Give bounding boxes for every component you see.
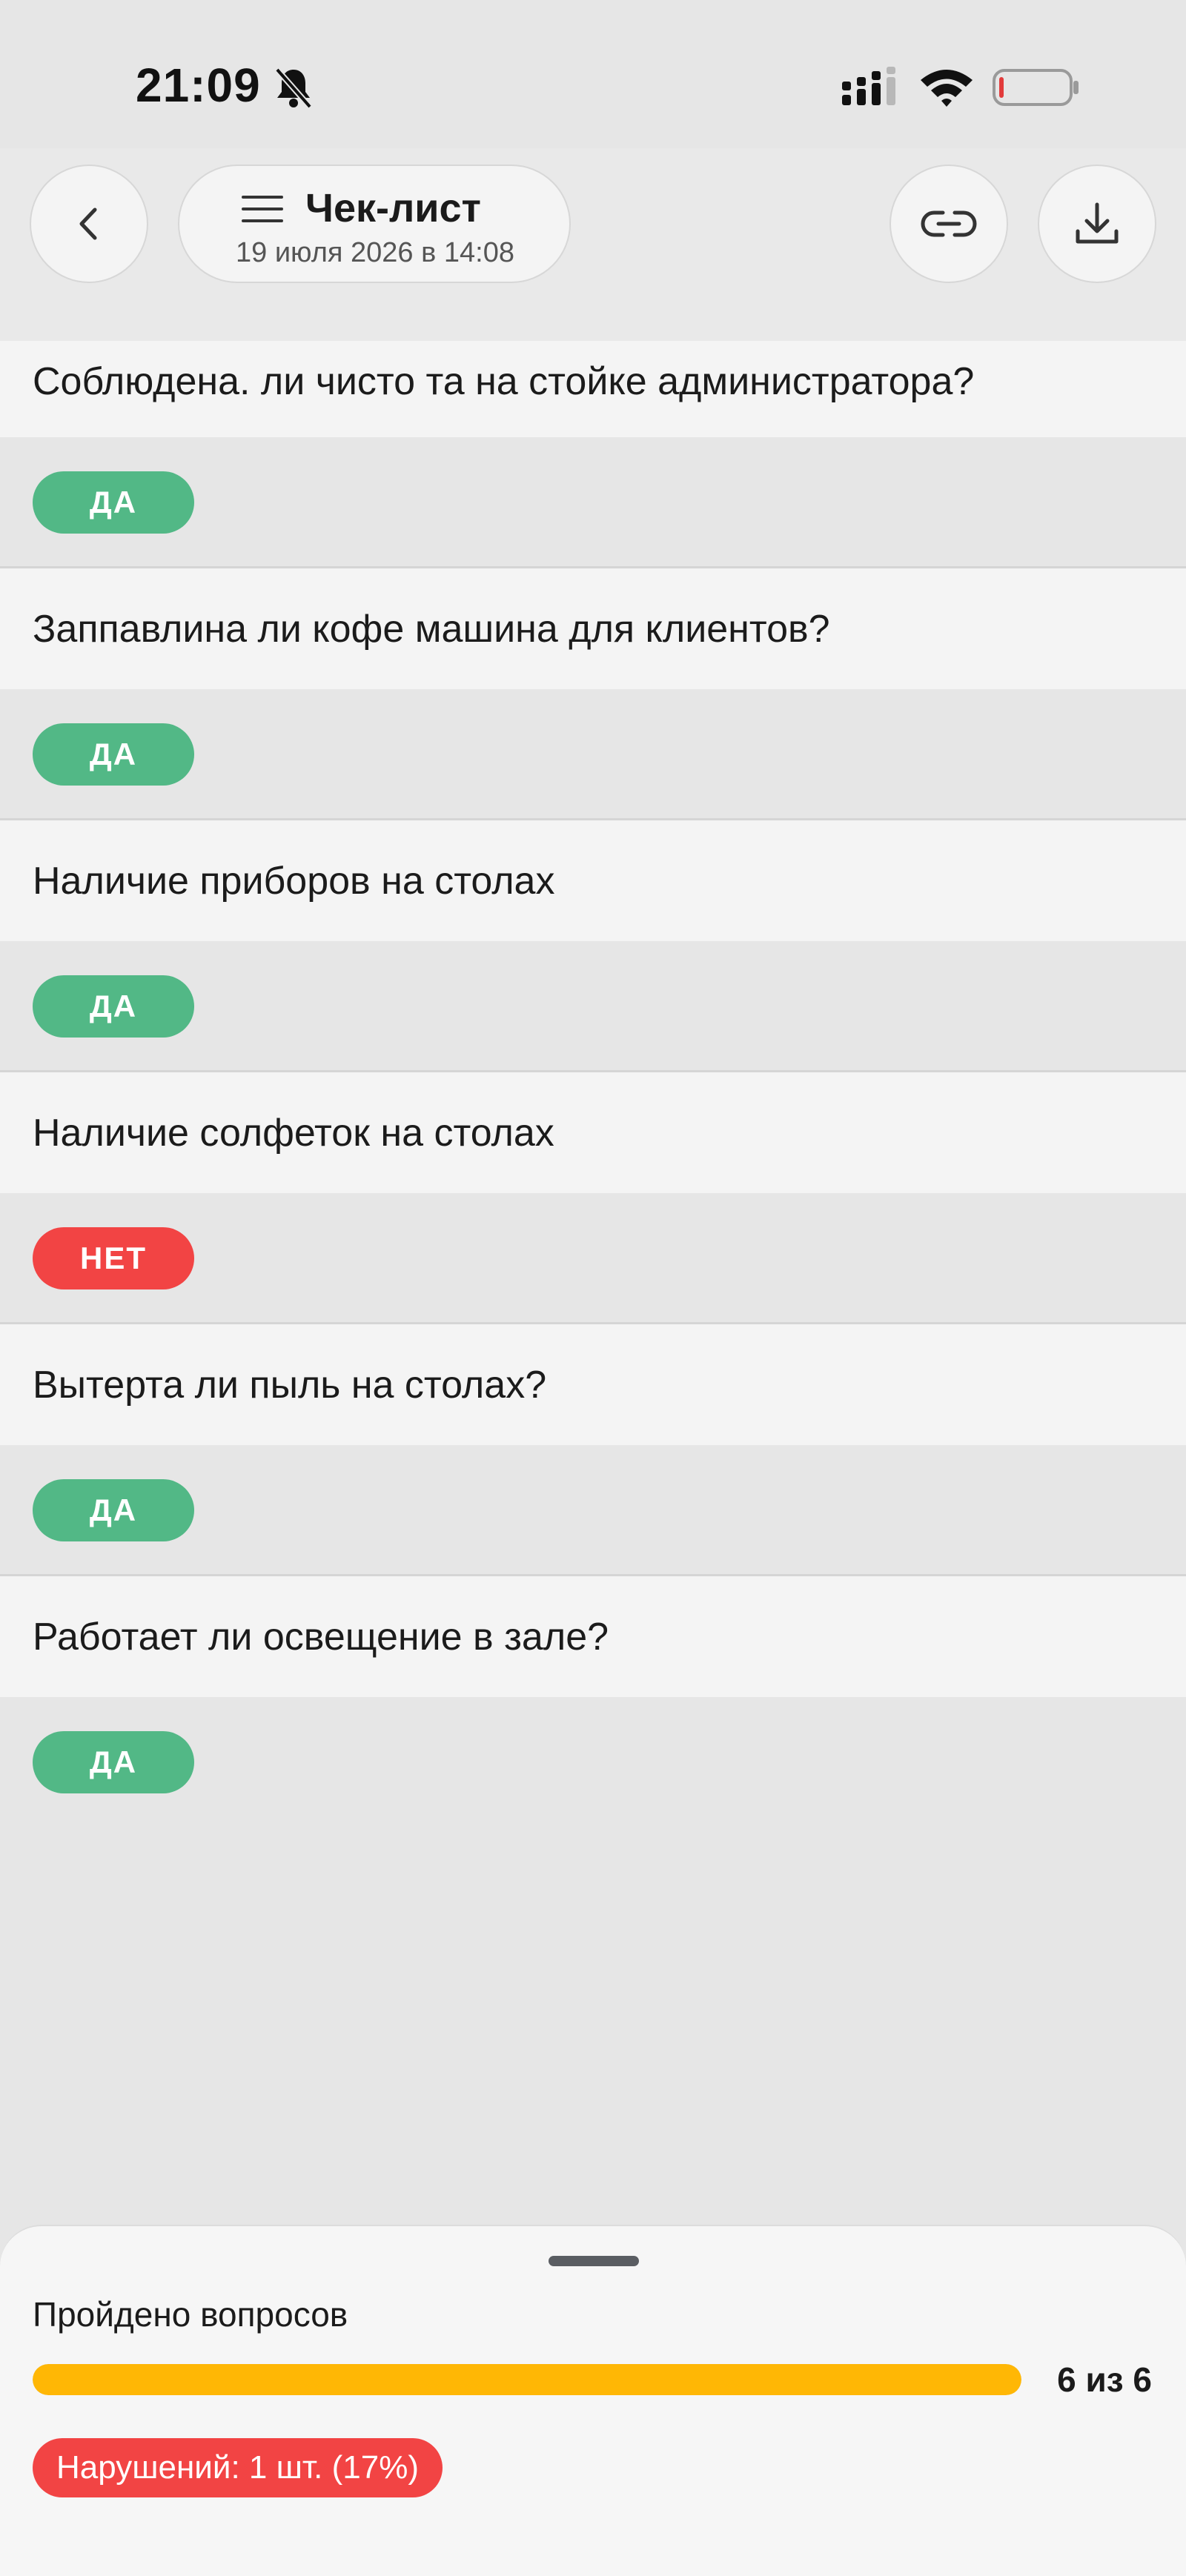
menu-icon — [242, 196, 283, 222]
answer-badge[interactable]: ДА — [33, 471, 194, 534]
back-button[interactable] — [30, 165, 148, 283]
page-title: Чек-лист — [305, 186, 481, 230]
answer-row: ДА — [0, 1697, 1186, 1826]
share-link-button[interactable] — [890, 165, 1008, 283]
answer-row: ДА — [0, 941, 1186, 1070]
checklist-menu-button[interactable]: Чек-лист 19 июля 2026 в 14:08 — [178, 165, 571, 283]
answer-row: ДА — [0, 1445, 1186, 1574]
question-row: Наличие солфеток на столах — [0, 1070, 1186, 1193]
app-screen: 21:09 Чек-лист 19 июля 2026 в 14:08 Собл… — [0, 0, 1186, 2576]
question-text: Работает ли освещение в зале? — [33, 1615, 609, 1659]
summary-sheet: Пройдено вопросов 6 из 6 Нарушений: 1 шт… — [0, 2225, 1186, 2576]
progress-bar — [33, 2364, 1021, 2395]
page-subtitle: 19 июля 2026 в 14:08 — [236, 237, 514, 268]
progress-bar-fill — [33, 2364, 1021, 2395]
violations-badge: Нарушений: 1 шт. (17%) — [33, 2438, 443, 2497]
chevron-left-icon — [79, 208, 97, 240]
question-row: Наличие приборов на столах — [0, 818, 1186, 941]
question-row: Заппавлина ли кофе машина для клиентов? — [0, 566, 1186, 689]
question-row: Работает ли освещение в зале? — [0, 1574, 1186, 1697]
signal-icon — [842, 67, 895, 105]
answer-row: ДА — [0, 689, 1186, 818]
progress-label: Пройдено вопросов — [33, 2295, 348, 2334]
link-icon — [921, 210, 977, 237]
answer-row: НЕТ — [0, 1193, 1186, 1322]
download-icon — [1076, 202, 1119, 244]
answer-badge[interactable]: ДА — [33, 723, 194, 786]
answer-badge[interactable]: ДА — [33, 1731, 194, 1793]
answer-badge[interactable]: НЕТ — [33, 1227, 194, 1289]
answer-badge[interactable]: ДА — [33, 975, 194, 1038]
download-button[interactable] — [1038, 165, 1156, 283]
question-text: Заппавлина ли кофе машина для клиентов? — [33, 607, 830, 651]
question-text: Наличие приборов на столах — [33, 859, 555, 903]
question-text: Соблюдена. ли чисто та на стойке админис… — [33, 360, 975, 403]
sheet-drag-handle[interactable] — [549, 2256, 639, 2266]
answer-row: ДА — [0, 437, 1186, 566]
question-row: Вытерта ли пыль на столах? — [0, 1322, 1186, 1445]
header: Чек-лист 19 июля 2026 в 14:08 — [0, 148, 1186, 341]
status-time: 21:09 — [136, 59, 261, 112]
status-bar: 21:09 — [0, 0, 1186, 148]
answer-badge[interactable]: ДА — [33, 1479, 194, 1541]
wifi-icon — [921, 70, 973, 107]
question-row: Соблюдена. ли чисто та на стойке админис… — [0, 341, 1186, 437]
question-text: Вытерта ли пыль на столах? — [33, 1363, 547, 1407]
battery-icon — [993, 69, 1079, 106]
progress-count: 6 из 6 — [1057, 2360, 1152, 2399]
checklist: Соблюдена. ли чисто та на стойке админис… — [0, 341, 1186, 1826]
bell-off-icon — [274, 67, 313, 109]
question-text: Наличие солфеток на столах — [33, 1111, 554, 1155]
